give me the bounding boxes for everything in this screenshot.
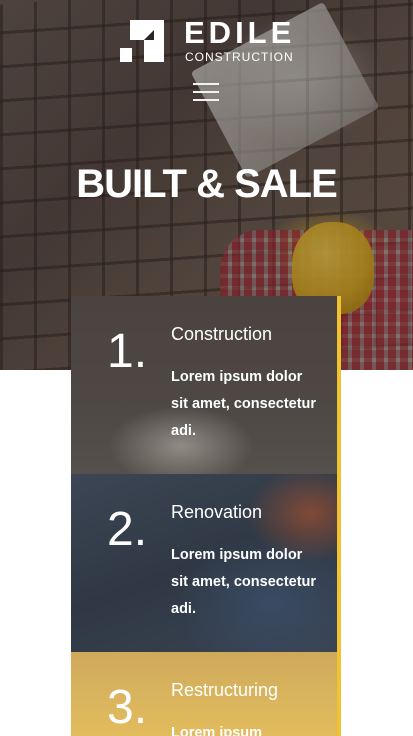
service-title: Renovation — [171, 502, 263, 522]
brand-name: EDILE — [184, 15, 296, 50]
service-number: 1. — [107, 325, 148, 378]
service-number: 3. — [107, 681, 148, 734]
menu-line — [193, 83, 219, 85]
services-list: 1. Construction Lorem ipsum dolor sit am… — [71, 296, 341, 736]
service-title: Restructuring — [171, 680, 279, 700]
service-card-renovation[interactable]: 2. Renovation Lorem ipsum dolor sit amet… — [71, 474, 337, 652]
service-description: Lorem ipsum dolor sit amet, consectetur … — [171, 547, 317, 617]
service-title: Construction — [171, 324, 273, 344]
menu-line — [193, 99, 219, 101]
menu-line — [193, 91, 219, 93]
service-card-restructuring[interactable]: 3. Restructuring Lorem ipsum — [71, 652, 337, 736]
service-description: Lorem ipsum dolor sit amet, consectetur … — [171, 369, 317, 439]
service-description: Lorem ipsum — [171, 725, 263, 736]
hero-title: BUILT & SALE — [76, 162, 338, 206]
logo-mark-icon — [120, 20, 164, 62]
brand-tagline: CONSTRUCTION — [185, 50, 294, 64]
service-card-construction[interactable]: 1. Construction Lorem ipsum dolor sit am… — [71, 296, 337, 474]
service-number: 2. — [107, 503, 148, 556]
brand-logo[interactable]: EDILE CONSTRUCTION — [120, 16, 300, 64]
hamburger-menu-icon[interactable] — [193, 80, 219, 106]
accent-bar — [337, 296, 341, 736]
